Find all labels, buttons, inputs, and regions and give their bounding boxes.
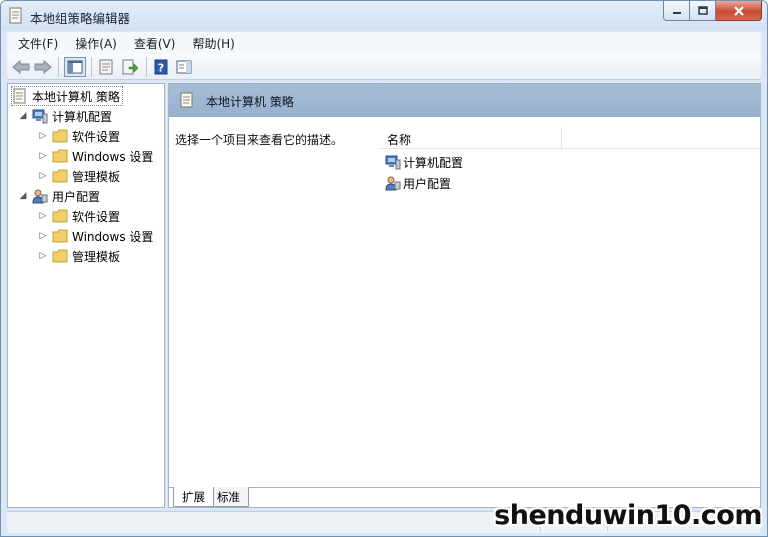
policy-document-icon xyxy=(12,88,28,104)
tab-extended[interactable]: 扩展 xyxy=(173,487,214,507)
user-icon xyxy=(385,175,401,191)
tree-item-user-software-settings[interactable]: ▷ 软件设置 xyxy=(38,206,120,226)
tree-item-label: 管理模板 xyxy=(72,249,121,264)
tree-item-label: 管理模板 xyxy=(72,169,121,184)
tree-item-label: Windows 设置 xyxy=(72,229,154,244)
list-item-user-config[interactable]: 用户配置 xyxy=(385,173,451,193)
tab-standard[interactable]: 标准 xyxy=(208,487,249,507)
list-item-label: 用户配置 xyxy=(403,176,452,191)
close-button[interactable] xyxy=(716,1,762,21)
list-item-label: 计算机配置 xyxy=(403,155,464,170)
description-text: 选择一个项目来查看它的描述。 xyxy=(175,133,344,147)
show-hide-tree-button[interactable] xyxy=(64,57,86,77)
collapse-arrow-icon[interactable]: ◢ xyxy=(18,111,28,121)
details-pane: 本地计算机 策略 选择一个项目来查看它的描述。 名称 计算机配置 用户配置 扩展… xyxy=(168,83,761,508)
tree-item-computer-config[interactable]: ◢ 计算机配置 xyxy=(18,106,112,126)
tree-item-local-computer-policy[interactable]: 本地计算机 策略 xyxy=(11,86,123,106)
app-window: 本地组策略编辑器 文件(F) 操作(A) 查看(V) 帮助(H) ? 本地计算机… xyxy=(0,0,768,537)
user-icon xyxy=(32,188,48,204)
folder-icon xyxy=(52,208,68,224)
forward-button[interactable] xyxy=(33,57,53,77)
navigation-tree: 本地计算机 策略 ◢ 计算机配置 ▷ 软件设置 ▷ Windows 设置 ▷ 管… xyxy=(7,83,165,508)
maximize-icon xyxy=(697,6,708,15)
svg-text:?: ? xyxy=(158,62,164,75)
minimize-icon xyxy=(672,11,681,14)
show-action-pane-icon xyxy=(176,60,192,74)
help-icon: ? xyxy=(154,59,168,75)
item-list: 名称 计算机配置 用户配置 xyxy=(373,117,760,477)
tree-item-computer-windows-settings[interactable]: ▷ Windows 设置 xyxy=(38,146,153,166)
expand-arrow-icon[interactable]: ▷ xyxy=(38,231,48,241)
export-list-button[interactable] xyxy=(120,57,140,77)
toolbar-separator xyxy=(146,57,147,77)
toolbar-separator xyxy=(91,57,92,77)
folder-icon xyxy=(52,248,68,264)
expand-arrow-icon[interactable]: ▷ xyxy=(38,251,48,261)
properties-icon xyxy=(99,59,113,75)
help-button[interactable]: ? xyxy=(151,57,171,77)
folder-icon xyxy=(52,128,68,144)
watermark-text: shenduwin10.com xyxy=(494,500,762,531)
window-title: 本地组策略编辑器 xyxy=(30,11,131,26)
back-arrow-icon xyxy=(12,60,30,74)
tree-item-computer-admin-templates[interactable]: ▷ 管理模板 xyxy=(38,166,120,186)
toolbar: ? xyxy=(7,54,761,80)
toolbar-separator xyxy=(58,57,59,77)
menu-file[interactable]: 文件(F) xyxy=(7,35,64,52)
minimize-button[interactable] xyxy=(663,1,690,21)
computer-icon xyxy=(385,154,401,170)
tree-item-computer-software-settings[interactable]: ▷ 软件设置 xyxy=(38,126,120,146)
tree-item-label: 软件设置 xyxy=(72,129,121,144)
menu-help[interactable]: 帮助(H) xyxy=(181,35,240,52)
computer-icon xyxy=(32,108,48,124)
back-button[interactable] xyxy=(11,57,31,77)
expand-arrow-icon[interactable]: ▷ xyxy=(38,211,48,221)
tree-item-user-windows-settings[interactable]: ▷ Windows 设置 xyxy=(38,226,153,246)
expand-arrow-icon[interactable]: ▷ xyxy=(38,131,48,141)
tree-item-label: 用户配置 xyxy=(52,189,101,204)
tree-item-label: 计算机配置 xyxy=(52,109,113,124)
show-action-pane-button[interactable] xyxy=(174,57,194,77)
tree-item-user-admin-templates[interactable]: ▷ 管理模板 xyxy=(38,246,120,266)
maximize-button[interactable] xyxy=(690,1,716,21)
tree-item-user-config[interactable]: ◢ 用户配置 xyxy=(18,186,100,206)
menu-bar: 文件(F) 操作(A) 查看(V) 帮助(H) xyxy=(7,32,761,54)
expand-arrow-icon[interactable]: ▷ xyxy=(38,171,48,181)
forward-arrow-icon xyxy=(34,60,52,74)
policy-editor-app-icon xyxy=(8,7,24,25)
folder-icon xyxy=(52,168,68,184)
collapse-arrow-icon[interactable]: ◢ xyxy=(18,191,28,201)
close-icon xyxy=(733,5,744,16)
column-header-label: 名称 xyxy=(387,133,412,147)
column-divider[interactable] xyxy=(561,127,562,149)
tree-item-label: Windows 设置 xyxy=(72,149,154,164)
menu-view[interactable]: 查看(V) xyxy=(123,35,182,52)
window-controls xyxy=(663,1,762,21)
folder-icon xyxy=(52,148,68,164)
folder-icon xyxy=(52,228,68,244)
policy-document-icon xyxy=(180,92,194,111)
tree-item-label: 软件设置 xyxy=(72,209,121,224)
show-hide-tree-icon xyxy=(67,60,83,74)
export-list-icon xyxy=(122,59,138,75)
properties-button[interactable] xyxy=(96,57,116,77)
tree-item-label: 本地计算机 策略 xyxy=(32,89,120,104)
column-header-name[interactable]: 名称 xyxy=(379,127,760,149)
details-header: 本地计算机 策略 xyxy=(169,84,760,117)
list-item-computer-config[interactable]: 计算机配置 xyxy=(385,152,463,172)
menu-action[interactable]: 操作(A) xyxy=(64,35,123,52)
title-bar[interactable]: 本地组策略编辑器 xyxy=(1,1,767,31)
expand-arrow-icon[interactable]: ▷ xyxy=(38,151,48,161)
details-header-title: 本地计算机 策略 xyxy=(206,95,294,109)
